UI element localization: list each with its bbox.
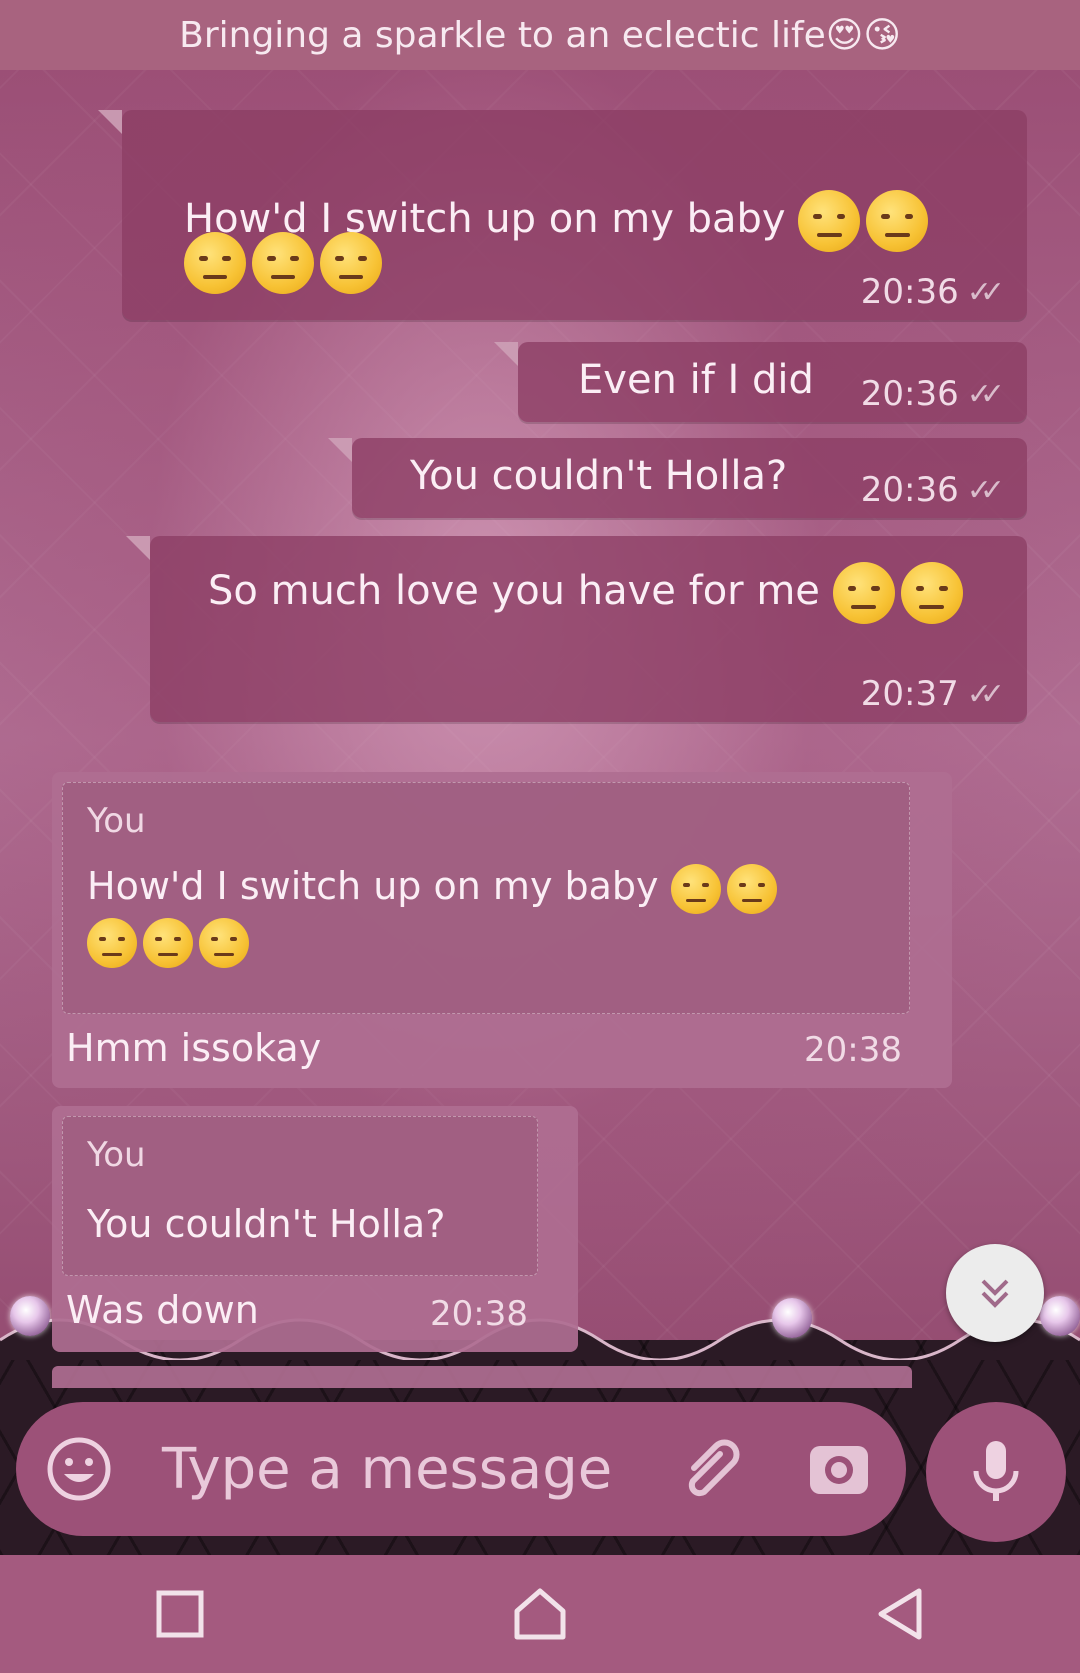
timestamp: 20:38: [804, 1030, 902, 1070]
quote-text: How'd I switch up on my baby: [87, 864, 659, 908]
reply-message-bubble[interactable]: You You couldn't Holla? Was down 20:38: [52, 1106, 578, 1352]
quote-author: You: [87, 1135, 146, 1175]
attach-icon[interactable]: [676, 1434, 746, 1504]
message-bubble[interactable]: How'd I switch up on my baby 20:36 ✓✓: [98, 110, 1027, 320]
bubble-tail: [328, 438, 352, 462]
unamused-face-emoji: [143, 918, 193, 968]
bubble-tail: [494, 342, 518, 366]
read-ticks-icon: ✓✓: [966, 274, 1005, 310]
voice-record-button[interactable]: [926, 1402, 1066, 1542]
quote-text: You couldn't Holla?: [87, 1202, 446, 1246]
bubble-tail: [126, 536, 150, 560]
recents-icon: [156, 1590, 204, 1638]
partial-message-bubble: [52, 1366, 912, 1388]
read-ticks-icon: ✓✓: [966, 676, 1005, 712]
wallpaper-gem: [772, 1298, 812, 1338]
wallpaper-gem: [1040, 1296, 1080, 1336]
timestamp: 20:36: [860, 374, 959, 414]
recents-button[interactable]: [120, 1564, 240, 1664]
quote-author: You: [87, 801, 146, 841]
reply-text: Was down: [66, 1288, 259, 1332]
message-time: 20:37 ✓✓: [861, 674, 1005, 714]
chat-status-header: Bringing a sparkle to an eclectic life😍😘: [0, 0, 1080, 72]
reply-text: Hmm issokay: [66, 1026, 322, 1070]
home-icon: [514, 1588, 566, 1640]
scroll-to-bottom-button[interactable]: [946, 1244, 1044, 1342]
neutral-face-emoji: [798, 190, 861, 252]
wallpaper-gem: [10, 1296, 50, 1336]
unamused-face-emoji: [320, 232, 382, 294]
bubble-tail: [98, 110, 122, 134]
eye-roll-emoji: [900, 562, 963, 624]
system-navigation-bar: [0, 1555, 1080, 1673]
timestamp: 20:36: [860, 470, 959, 510]
message-bubble[interactable]: You couldn't Holla? 20:36 ✓✓: [328, 438, 1027, 518]
message-text: So much love you have for me: [208, 568, 820, 614]
status-text: Bringing a sparkle to an eclectic life😍😘: [179, 14, 901, 56]
unamused-face-emoji: [252, 232, 314, 294]
message-time: 20:36 ✓✓: [861, 272, 1005, 312]
unamused-face-emoji: [87, 918, 137, 968]
neutral-face-emoji: [726, 863, 777, 914]
unamused-face-emoji: [184, 232, 246, 294]
read-ticks-icon: ✓✓: [966, 376, 1005, 412]
message-time: 20:36 ✓✓: [861, 374, 1005, 414]
unamused-face-emoji: [199, 918, 249, 968]
camera-icon[interactable]: [806, 1436, 872, 1502]
mic-icon: [973, 1441, 1019, 1501]
message-text: Even if I did: [578, 357, 814, 403]
timestamp: 20:37: [860, 674, 959, 714]
message-bubble[interactable]: So much love you have for me 20:37 ✓✓: [126, 536, 1027, 722]
back-icon: [878, 1588, 922, 1640]
quoted-message[interactable]: You You couldn't Holla?: [62, 1116, 538, 1276]
quoted-message[interactable]: You How'd I switch up on my baby: [62, 782, 910, 1014]
home-button[interactable]: [480, 1564, 600, 1664]
timestamp: 20:38: [430, 1294, 528, 1334]
message-time: 20:36 ✓✓: [861, 470, 1005, 510]
message-composer[interactable]: Type a message: [16, 1402, 906, 1536]
double-chevron-down-icon: [981, 1279, 1009, 1308]
neutral-face-emoji: [670, 863, 721, 914]
neutral-face-emoji: [866, 190, 929, 252]
message-input[interactable]: Type a message: [162, 1437, 612, 1502]
timestamp: 20:36: [860, 272, 959, 312]
read-ticks-icon: ✓✓: [966, 472, 1005, 508]
emoji-icon[interactable]: [46, 1436, 112, 1502]
back-button[interactable]: [840, 1564, 960, 1664]
reply-message-bubble[interactable]: You How'd I switch up on my baby Hmm iss…: [52, 772, 952, 1088]
message-bubble[interactable]: Even if I did 20:36 ✓✓: [494, 342, 1027, 422]
message-text: You couldn't Holla?: [410, 453, 788, 499]
eye-roll-emoji: [832, 562, 895, 624]
